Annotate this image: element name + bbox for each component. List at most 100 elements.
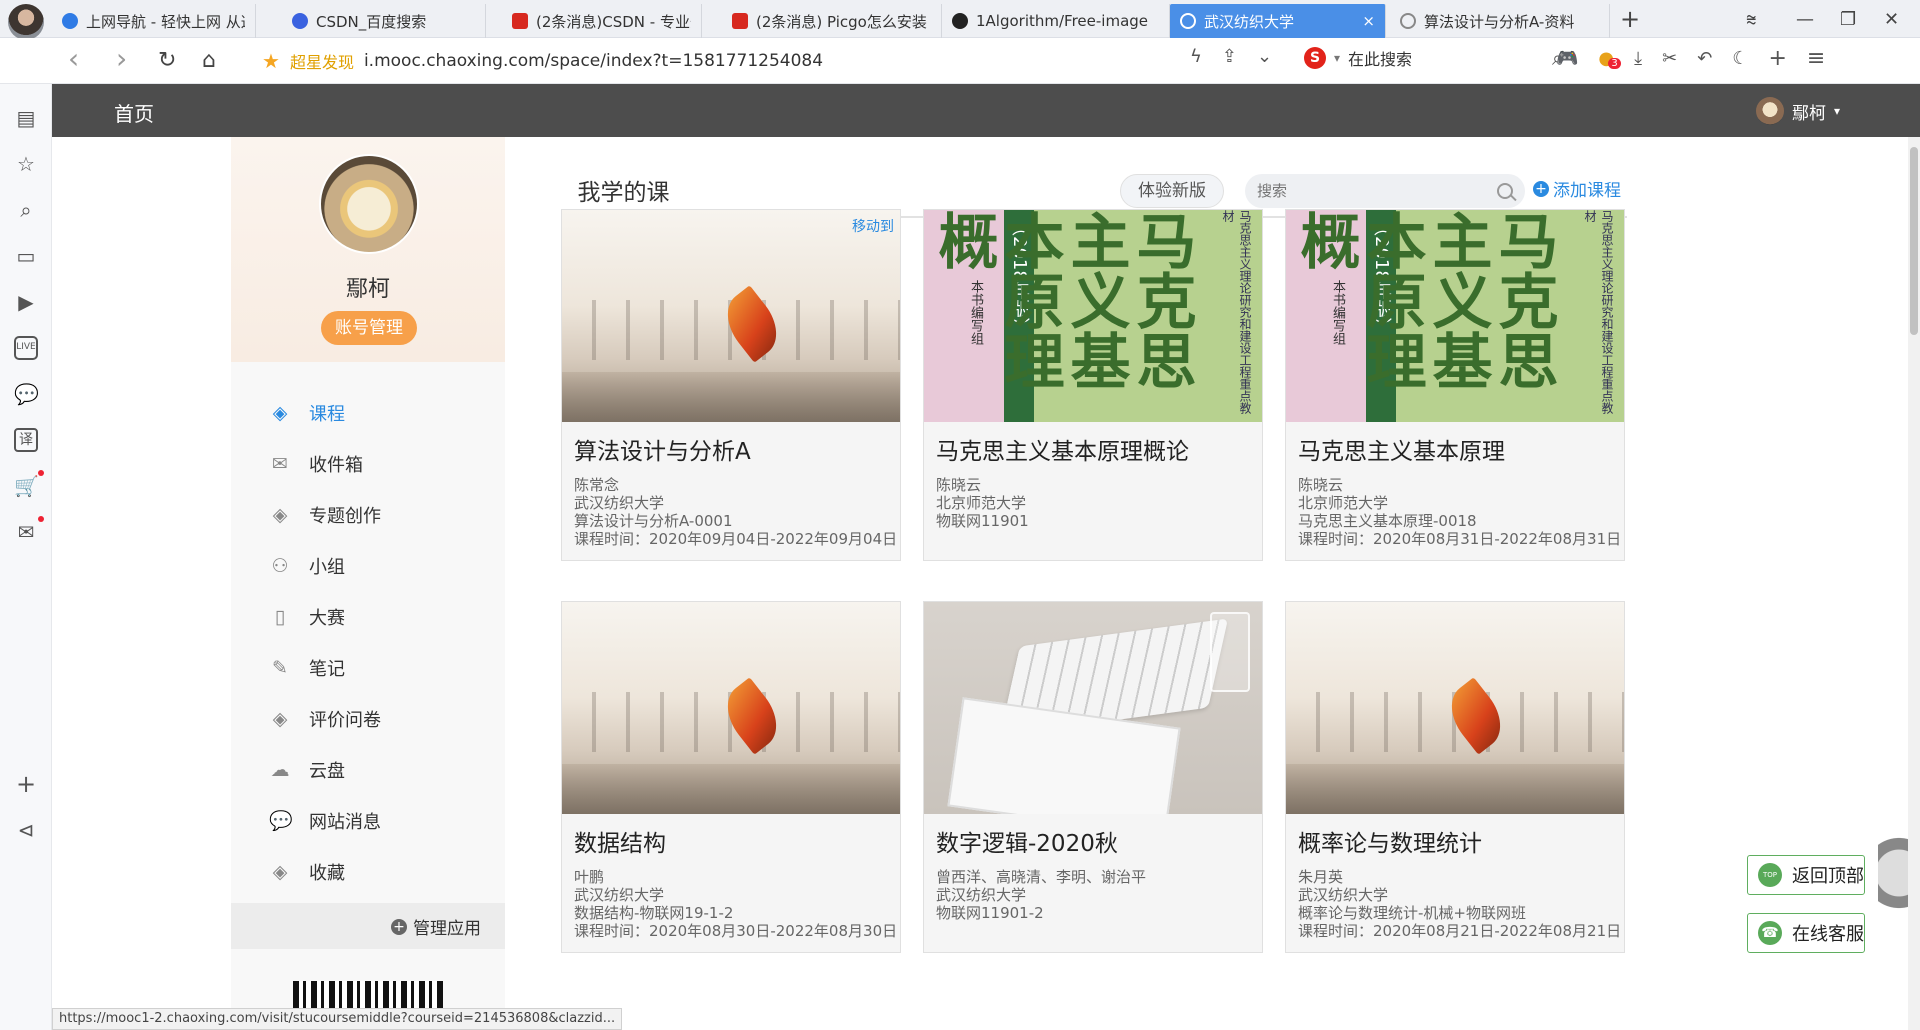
course-cover-image[interactable]: 本书编写组 （2018年版） 马克思主义基本原理概 马克思主义理论研究和建设工程… (1286, 210, 1624, 422)
browser-search-box[interactable]: S ▾ 在此搜索 ⌕ (1304, 46, 1563, 70)
home-button[interactable]: ⌂ (202, 48, 216, 73)
browser-tab-7[interactable]: 算法设计与分析A-资料 (1390, 4, 1610, 38)
menu-item-cloud-disk[interactable]: ☁ 云盘 (231, 744, 505, 795)
share-icon[interactable]: ⇪ (1222, 46, 1237, 67)
book-icon[interactable]: ▭ (14, 244, 38, 268)
course-cover-image[interactable]: 本书编写组 （2018年版） 马克思主义基本原理概 马克思主义理论研究和建设工程… (924, 210, 1262, 422)
search-icon[interactable]: ⌕ (14, 198, 38, 222)
course-cover-image[interactable] (924, 602, 1262, 814)
course-card[interactable]: 本书编写组 （2018年版） 马克思主义基本原理概 马克思主义理论研究和建设工程… (1285, 209, 1625, 561)
robot-mascot[interactable] (1878, 837, 1908, 927)
course-cover-image[interactable]: 移动到 (562, 210, 900, 422)
site-user-name: 鄢柯 (1791, 103, 1826, 124)
live-icon[interactable]: LIVE (14, 336, 38, 360)
site-home-link[interactable]: 首页 (114, 98, 154, 127)
chaoxing-discover-link[interactable]: 超星发现 (290, 49, 354, 73)
extensions-plus-icon[interactable]: + (1768, 46, 1786, 71)
course-card[interactable]: 移动到 算法设计与分析A 陈常念 武汉纺织大学 算法设计与分析A-0001 课程… (561, 209, 901, 561)
cart-icon[interactable]: 🛒 (14, 474, 39, 498)
back-to-top-button[interactable]: TOP 返回顶部 (1747, 855, 1865, 895)
minimize-button[interactable]: — (1796, 0, 1814, 38)
menu-item-label: 大赛 (309, 607, 345, 629)
course-card[interactable]: 本书编写组 （2018年版） 马克思主义基本原理概 马克思主义理论研究和建设工程… (923, 209, 1263, 561)
briefcase-icon[interactable]: ✉ (14, 520, 38, 544)
rail-collapse-icon[interactable]: ⊲ (14, 818, 38, 842)
bolt-icon[interactable]: ϟ (1190, 46, 1202, 67)
menu-item-topic-creation[interactable]: ◈ 专题创作 (231, 489, 505, 540)
add-course-button[interactable]: + 添加课程 (1533, 176, 1621, 201)
try-new-version-button[interactable]: 体验新版 (1120, 174, 1224, 208)
restore-button[interactable]: ❐ (1840, 0, 1856, 38)
tab-menu-icon[interactable]: ⩬ (1746, 0, 1757, 38)
browser-tab-4[interactable]: (2条消息) Picgo怎么安装 (722, 4, 942, 38)
menu-item-contests[interactable]: ▯ 大赛 (231, 591, 505, 642)
menu-item-groups[interactable]: ⚇ 小组 (231, 540, 505, 591)
menu-item-label: 网站消息 (309, 811, 381, 833)
browser-side-rail: ▤ ☆ ⌕ ▭ ▶ LIVE 💬 译 🛒 ✉ + ⊲ (0, 84, 52, 1030)
undo-close-icon[interactable]: ↶ (1697, 48, 1712, 69)
move-to-link[interactable]: 移动到 (852, 216, 894, 236)
screenshot-cut-icon[interactable]: ✂ (1662, 48, 1677, 69)
bulb-icon[interactable]: ● 3 (1598, 48, 1621, 69)
night-mode-icon[interactable]: ☾ (1732, 48, 1748, 69)
course-title[interactable]: 数据结构 (574, 824, 892, 858)
chat-icon[interactable]: 💬 (14, 382, 39, 406)
scrollbar-thumb[interactable] (1910, 147, 1918, 335)
game-icon[interactable]: 🎮 (1556, 48, 1578, 69)
video-icon[interactable]: ▶ (14, 290, 38, 314)
search-input[interactable] (1257, 174, 1487, 208)
reload-button[interactable]: ↻ (158, 48, 176, 73)
course-card[interactable]: 数据结构 叶鹏 武汉纺织大学 数据结构-物联网19-1-2 课程时间：2020年… (561, 601, 901, 953)
course-title[interactable]: 马克思主义基本原理 (1298, 432, 1616, 466)
tab-title: (2条消息)CSDN - 专业开 (536, 12, 691, 31)
page-content: 鄢柯 账号管理 ◈ 课程 ✉ 收件箱 ◈ 专题创作 ⚇ 小组 ▯ 大赛 ✎ 笔记… (52, 137, 1920, 1030)
manage-apps-label: 管理应用 (413, 919, 481, 939)
url-field[interactable]: ★ 超星发现 i.mooc.chaoxing.com/space/index?t… (262, 44, 823, 78)
favorites-star-icon[interactable]: ☆ (14, 152, 38, 176)
notification-badge: 3 (1608, 58, 1621, 69)
engine-dropdown-icon[interactable]: ▾ (1334, 51, 1340, 65)
course-title[interactable]: 算法设计与分析A (574, 432, 892, 466)
browser-menu-icon[interactable]: ≡ (1807, 46, 1825, 71)
browser-tab-6[interactable]: 武汉纺织大学 × (1170, 4, 1386, 38)
close-window-button[interactable]: ✕ (1884, 0, 1899, 38)
menu-item-label: 小组 (309, 556, 345, 578)
page-scrollbar[interactable] (1908, 137, 1920, 1030)
new-tab-button[interactable]: + (1620, 0, 1640, 38)
browser-profile-avatar[interactable] (8, 4, 44, 40)
forward-button[interactable]: › (116, 42, 127, 75)
manage-apps-button[interactable]: + 管理应用 (391, 914, 481, 939)
course-card[interactable]: 数字逻辑-2020秋 曾西洋、高晓清、李明、谢治平 武汉纺织大学 物联网1190… (923, 601, 1263, 953)
site-user-menu[interactable]: 鄢柯 ▾ (1755, 97, 1840, 125)
browser-tab-3[interactable]: (2条消息)CSDN - 专业开 (502, 4, 702, 38)
search-icon[interactable] (1497, 183, 1513, 199)
course-cover-image[interactable] (1286, 602, 1624, 814)
tab-close-icon[interactable]: × (1362, 12, 1375, 30)
url-text[interactable]: i.mooc.chaoxing.com/space/index?t=158177… (364, 51, 823, 71)
menu-item-site-messages[interactable]: 💬 网站消息 (231, 795, 505, 846)
account-manage-button[interactable]: 账号管理 (321, 311, 417, 345)
online-service-button[interactable]: ☎ 在线客服 (1747, 913, 1865, 953)
browser-tab-2[interactable]: CSDN_百度搜索 (282, 4, 486, 38)
menu-item-surveys[interactable]: ◈ 评价问卷 (231, 693, 505, 744)
course-cover-image[interactable] (562, 602, 900, 814)
menu-item-favorites[interactable]: ◈ 收藏 (231, 846, 505, 897)
course-title[interactable]: 数字逻辑-2020秋 (936, 824, 1254, 858)
menu-item-notes[interactable]: ✎ 笔记 (231, 642, 505, 693)
download-icon[interactable]: ⤓ (1634, 48, 1642, 69)
rail-add-icon[interactable]: + (14, 772, 38, 796)
course-card[interactable]: 概率论与数理统计 朱月英 武汉纺织大学 概率论与数理统计-机械+物联网班 课程时… (1285, 601, 1625, 953)
avatar[interactable] (319, 154, 419, 254)
news-icon[interactable]: ▤ (14, 106, 38, 130)
browser-tab-1[interactable]: 上网导航 - 轻快上网 从这 (52, 4, 256, 38)
bookmark-star-icon[interactable]: ★ (262, 49, 280, 73)
browser-tab-5[interactable]: 1Algorithm/Free-image (942, 4, 1170, 38)
course-title[interactable]: 马克思主义基本原理概论 (936, 432, 1254, 466)
menu-item-courses[interactable]: ◈ 课程 (231, 387, 505, 438)
course-title[interactable]: 概率论与数理统计 (1298, 824, 1616, 858)
translate-icon[interactable]: 译 (14, 428, 38, 452)
address-dropdown-icon[interactable]: ⌄ (1257, 46, 1272, 67)
address-actions: ϟ ⇪ ⌄ (1190, 46, 1272, 67)
back-button[interactable]: ‹ (68, 42, 79, 75)
menu-item-inbox[interactable]: ✉ 收件箱 (231, 438, 505, 489)
